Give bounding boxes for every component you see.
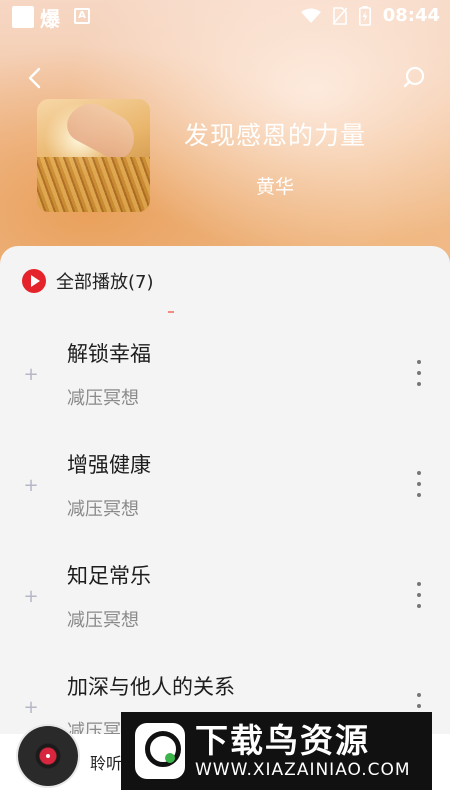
battery-charging-icon — [358, 5, 371, 26]
play-all-label: 全部播放(7) — [56, 272, 154, 293]
watermark-text: 下载鸟资源 WWW.XIAZAINIAO.COM — [195, 721, 411, 781]
list-item[interactable]: + 解锁幸福 减压冥想 — [0, 320, 450, 430]
add-to-playlist-icon[interactable]: + — [22, 588, 40, 606]
album-artist: 黄华 — [255, 176, 294, 198]
clock: 08:44 — [382, 5, 440, 26]
wifi-icon — [300, 8, 321, 23]
loading-indicator — [168, 311, 174, 313]
album-cover — [37, 99, 150, 212]
chevron-left-icon — [28, 67, 41, 89]
cover-art-wheat — [37, 157, 150, 212]
play-all-button[interactable]: 全部播放(7) — [22, 268, 154, 294]
more-vertical-icon[interactable] — [414, 360, 424, 386]
bird-logo-icon — [135, 723, 185, 779]
track-category: 减压冥想 — [67, 610, 139, 631]
status-icons: 08:44 — [300, 5, 440, 26]
track-title: 加深与他人的关系 — [67, 675, 235, 699]
album-title: 发现感恩的力量 — [183, 121, 366, 150]
search-icon — [403, 66, 425, 88]
notification-app-glyph: 爆 — [40, 7, 60, 31]
search-button[interactable] — [400, 64, 428, 92]
track-title: 增强健康 — [67, 453, 151, 477]
list-item[interactable]: + 知足常乐 减压冥想 — [0, 542, 450, 652]
track-category: 减压冥想 — [67, 499, 139, 520]
watermark-brand: 下载鸟资源 — [195, 721, 370, 760]
watermark-url: WWW.XIAZAINIAO.COM — [195, 760, 411, 780]
notification-square-icon — [12, 6, 34, 28]
add-to-playlist-icon[interactable]: + — [22, 366, 40, 384]
play-circle-icon — [22, 269, 46, 293]
list-item[interactable]: + 增强健康 减压冥想 — [0, 431, 450, 541]
add-to-playlist-icon[interactable]: + — [22, 477, 40, 495]
track-category: 减压冥想 — [67, 388, 139, 409]
track-title: 知足常乐 — [67, 564, 151, 588]
track-title: 解锁幸福 — [67, 342, 151, 366]
status-bar: 爆 A 08:44 — [0, 0, 450, 34]
more-vertical-icon[interactable] — [414, 582, 424, 608]
back-button[interactable] — [22, 64, 50, 92]
no-sim-icon — [332, 6, 347, 25]
more-vertical-icon[interactable] — [414, 471, 424, 497]
watermark-banner: 下载鸟资源 WWW.XIAZAINIAO.COM — [121, 712, 432, 790]
notification-badge-icon: A — [74, 8, 90, 24]
vinyl-disc-icon[interactable] — [18, 726, 78, 786]
add-to-playlist-icon[interactable]: + — [22, 699, 40, 717]
cover-art-hand — [61, 99, 143, 165]
